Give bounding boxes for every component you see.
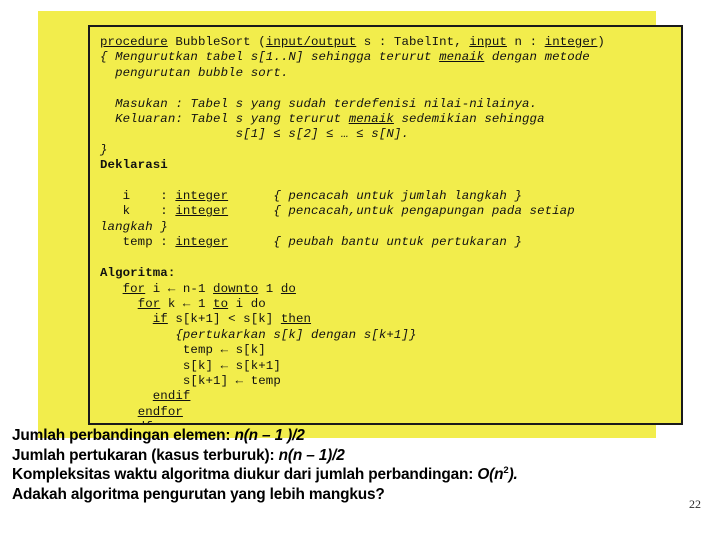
page-number: 22 (689, 497, 701, 511)
summary-line-swaps-label: Jumlah pertukaran (kasus terburuk): (12, 446, 279, 464)
summary-line-swaps-formula: (n – 1)/2 (287, 446, 345, 464)
summary-line-swaps-var: n (278, 446, 288, 464)
summary-line-question: Adakah algoritma pengurutan yang lebih m… (12, 485, 385, 503)
big-o-open: O( (477, 466, 495, 484)
summary-line-complexity-label: Kompleksitas waktu algoritma diukur dari… (12, 466, 478, 484)
summary-line-comparisons: Jumlah perbandingan elemen: n(n – 1 )/2 (12, 426, 672, 446)
summary-line-swaps: Jumlah pertukaran (kasus terburuk): n(n … (12, 446, 672, 466)
slide-yellow-panel: procedure BubbleSort (input/output s : T… (38, 11, 683, 438)
summary-line-comparisons-var: n (234, 427, 244, 444)
summary-line-complexity: Kompleksitas waktu algoritma diukur dari… (12, 465, 672, 485)
pseudocode-box: procedure BubbleSort (input/output s : T… (88, 25, 683, 425)
pseudocode-listing: procedure BubbleSort (input/output s : T… (100, 35, 605, 423)
summary-line-comparisons-label: Jumlah perbandingan elemen: (12, 427, 235, 444)
summary-line-comparisons-formula: (n – 1 )/2 (243, 427, 305, 444)
summary-text-block: Jumlah perbandingan elemen: n(n – 1 )/2 … (12, 426, 672, 504)
big-o-close: ). (508, 466, 518, 484)
